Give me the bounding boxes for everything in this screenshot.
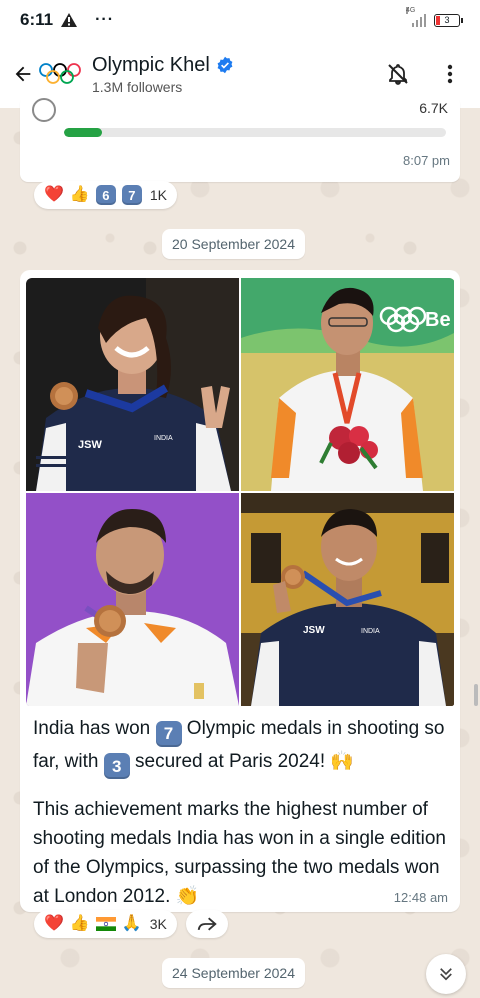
poll-card: 6.7K 8:07 pm (20, 96, 460, 182)
forward-button[interactable] (186, 910, 228, 938)
clapping-hands-emoji: 👏 (175, 886, 200, 907)
notification-dots: ··· (95, 11, 115, 28)
photo-album[interactable]: JSW INDIA Be JSW INDIA (26, 278, 455, 707)
svg-text:Be: Be (425, 309, 451, 331)
keycap-three-emoji: 3 (103, 753, 130, 779)
message-bubble[interactable]: JSW INDIA Be JSW INDIA India has won 7 O… (20, 270, 460, 912)
photo-3[interactable] (26, 493, 239, 706)
svg-text:INDIA: INDIA (361, 628, 380, 635)
svg-text:INDIA: INDIA (154, 435, 173, 442)
poll-progress-fill (64, 128, 103, 137)
photo-2[interactable]: Be (241, 278, 454, 491)
raising-hands-emoji: 🙌 (330, 750, 355, 772)
svg-text:JSW: JSW (303, 625, 325, 636)
reaction-count: 3K (149, 916, 167, 932)
keycap-six-reaction: 6 (95, 185, 116, 205)
photo-1[interactable]: JSW INDIA (26, 278, 239, 491)
thumbs-up-reaction: 👍 (69, 915, 90, 932)
warning-icon (61, 13, 78, 27)
status-bar: 6:11 ··· 4G 3 (0, 0, 480, 40)
double-chevron-down-icon (440, 968, 452, 981)
forward-icon (197, 917, 217, 931)
message-paragraph-2: This achievement marks the highest numbe… (33, 799, 446, 907)
date-divider: 24 September 2024 (162, 958, 305, 988)
reaction-count: 1K (149, 187, 167, 203)
photo-4[interactable]: JSW INDIA (241, 493, 454, 706)
heart-reaction: ❤️ (44, 186, 64, 203)
keycap-seven-emoji: 7 (155, 720, 182, 747)
svg-text:JSW: JSW (78, 439, 102, 451)
more-vert-icon[interactable] (438, 62, 462, 86)
message-timestamp: 12:48 am (393, 890, 448, 905)
reactions-bar[interactable]: ❤️ 👍 6 7 1K (34, 181, 177, 209)
followers-count: 1.3M followers (92, 78, 183, 95)
channel-name: Olympic Khel (92, 53, 210, 76)
date-divider: 20 September 2024 (162, 229, 305, 259)
poll-radio[interactable] (32, 98, 56, 122)
verified-icon (217, 56, 233, 74)
keycap-seven-reaction: 7 (121, 185, 142, 205)
signal-icon: 4G (406, 7, 426, 27)
poll-timestamp: 8:07 pm (403, 153, 450, 168)
battery-icon: 3 (434, 13, 463, 27)
scroll-to-bottom-button[interactable] (426, 954, 466, 994)
mute-bell-icon[interactable] (386, 62, 410, 86)
channel-title-block[interactable]: Olympic Khel 1.3M followers (92, 54, 234, 95)
thumbs-up-reaction: 👍 (69, 186, 90, 203)
scrollbar-thumb[interactable] (474, 684, 478, 706)
olympic-rings-logo[interactable] (38, 61, 82, 87)
india-flag-icon (95, 917, 116, 931)
message-paragraph-1: India has won 7 Olympic medals in shooti… (33, 714, 453, 779)
reactions-bar[interactable]: ❤️ 👍 🙏 3K (34, 910, 177, 938)
message-text: India has won 7 Olympic medals in shooti… (33, 714, 453, 927)
poll-vote-count: 6.7K (419, 100, 448, 116)
heart-reaction: ❤️ (44, 915, 64, 932)
poll-progress-track (64, 128, 446, 137)
folded-hands-reaction: 🙏 (121, 915, 142, 932)
back-arrow-icon[interactable] (10, 61, 36, 87)
status-time: 6:11 (20, 10, 54, 29)
